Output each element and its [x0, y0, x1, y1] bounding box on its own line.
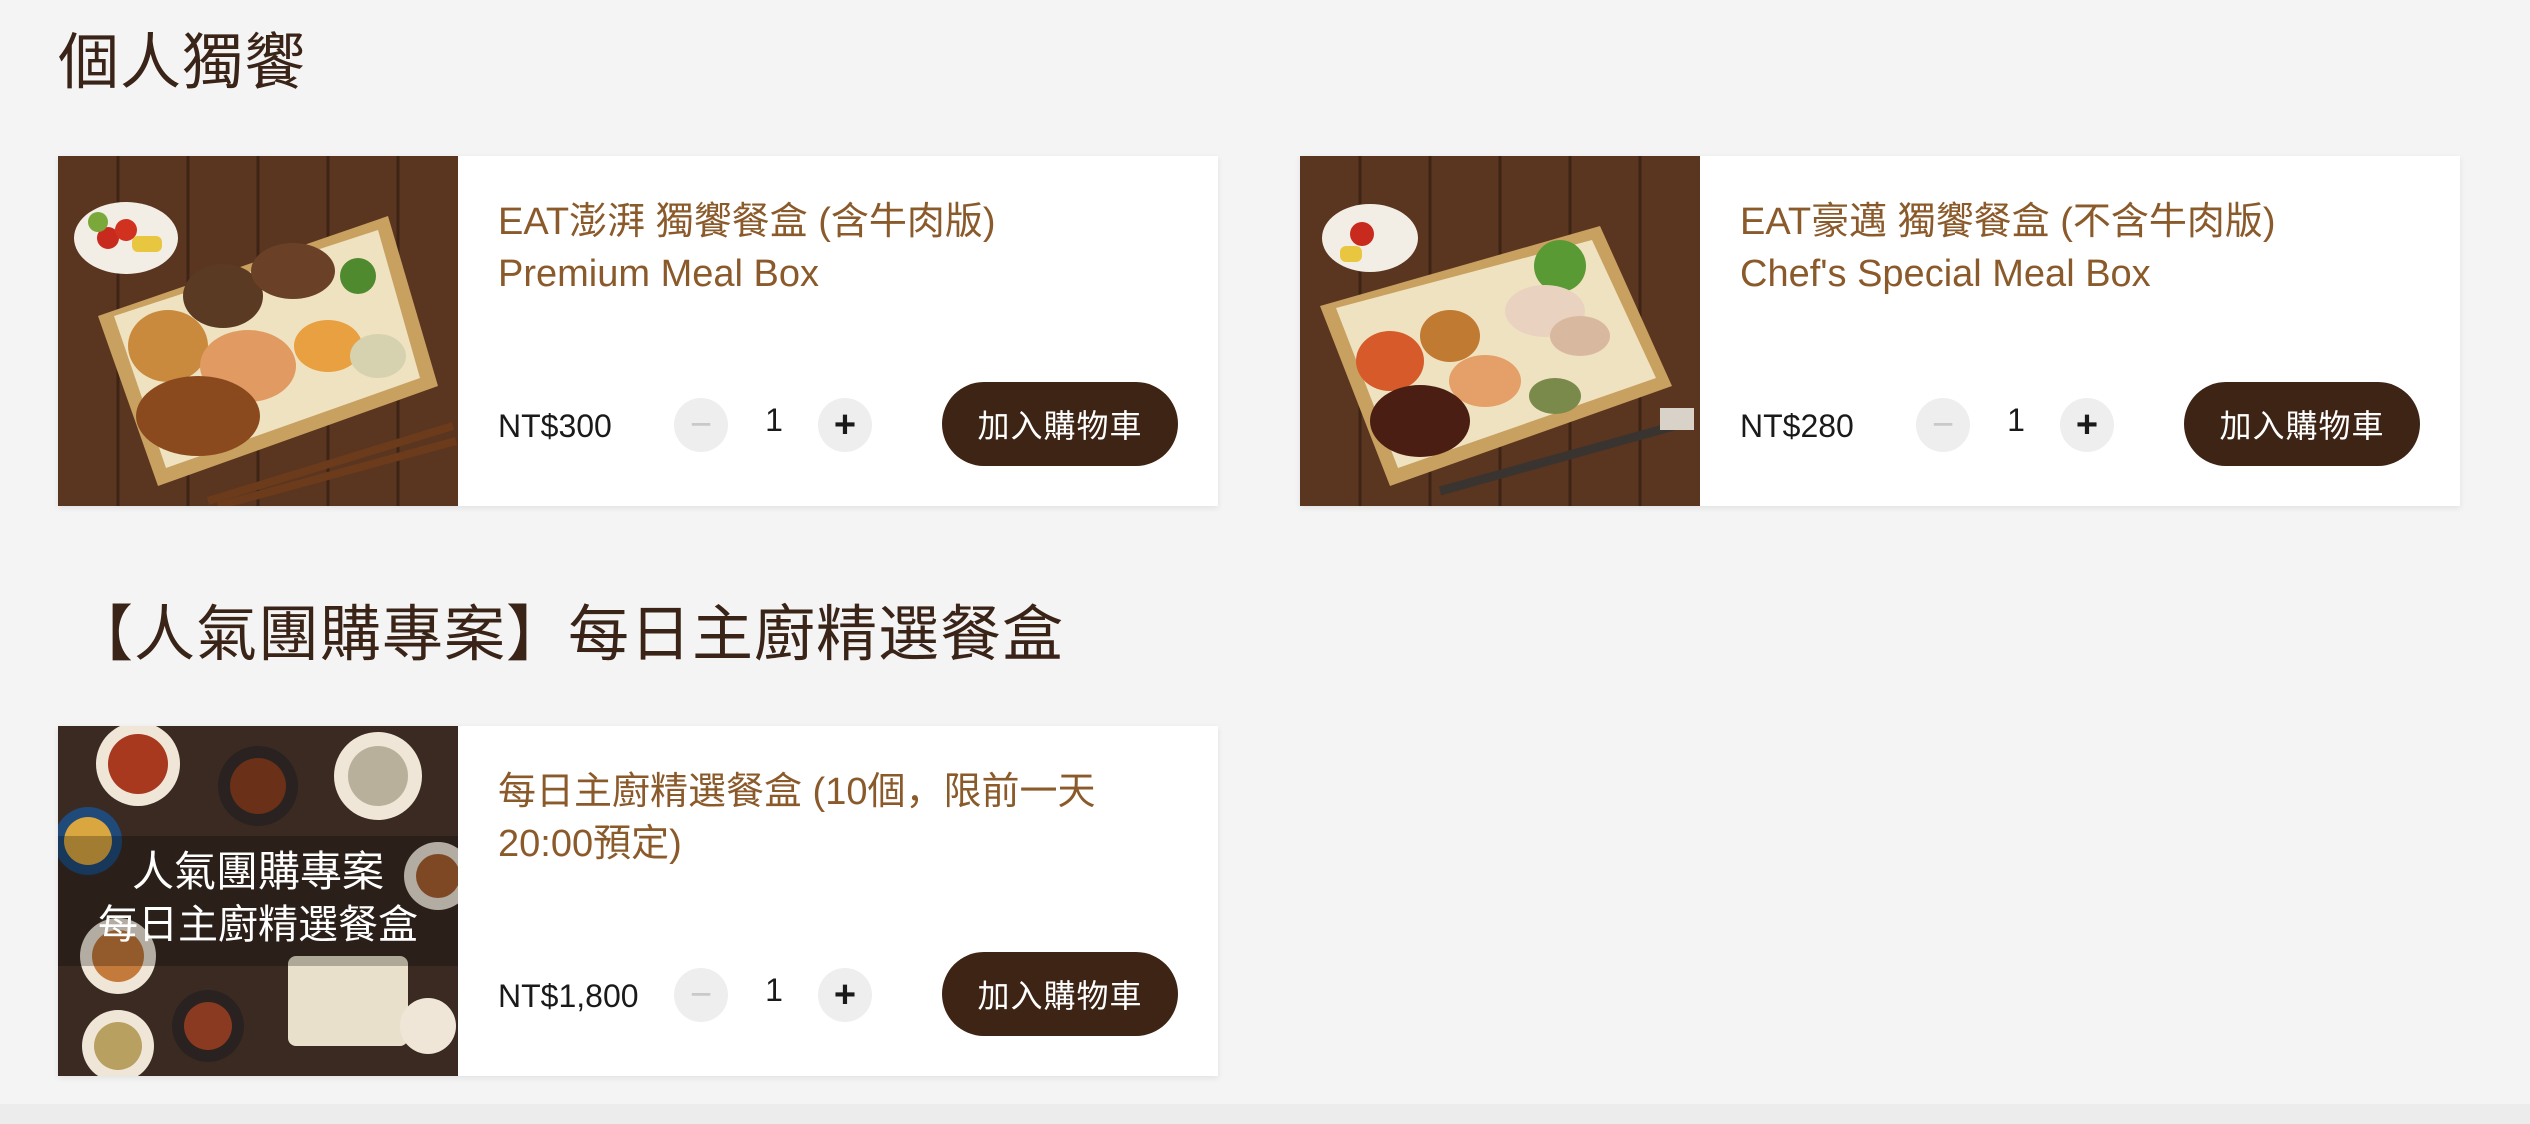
minus-icon: −	[689, 404, 713, 446]
image-overlay-line1: 人氣團購專案	[132, 847, 384, 896]
product-image[interactable]	[1300, 156, 1700, 506]
product-card: EAT澎湃 獨饗餐盒 (含牛肉版) Premium Meal Box NT$30…	[58, 156, 1218, 506]
quantity-increase-button[interactable]: +	[2060, 398, 2114, 452]
product-title-line2: 20:00預定)	[498, 823, 682, 865]
product-price: NT$300	[498, 408, 612, 444]
plus-icon: +	[833, 404, 857, 446]
minus-icon: −	[689, 974, 713, 1016]
product-image[interactable]: 人氣團購專案 每日主廚精選餐盒	[58, 726, 458, 1076]
menu-page: 個人獨饗 EAT澎湃 獨饗餐盒 (含牛肉版) Premium Meal Box …	[0, 0, 2530, 1124]
product-title[interactable]: EAT澎湃 獨饗餐盒 (含牛肉版) Premium Meal Box	[498, 196, 1188, 300]
quantity-decrease-button[interactable]: −	[674, 968, 728, 1022]
quantity-increase-button[interactable]: +	[818, 968, 872, 1022]
product-title-line2: Premium Meal Box	[498, 253, 819, 295]
plus-icon: +	[833, 974, 857, 1016]
product-title-line1: EAT豪邁 獨饗餐盒 (不含牛肉版)	[1740, 201, 2276, 243]
product-card: 人氣團購專案 每日主廚精選餐盒 每日主廚精選餐盒 (10個，限前一天 20:00…	[58, 726, 1218, 1076]
product-title-line2: Chef's Special Meal Box	[1740, 253, 2151, 295]
product-title[interactable]: 每日主廚精選餐盒 (10個，限前一天 20:00預定)	[498, 766, 1188, 870]
product-info: EAT豪邁 獨饗餐盒 (不含牛肉版) Chef's Special Meal B…	[1700, 156, 2460, 506]
product-info: 每日主廚精選餐盒 (10個，限前一天 20:00預定) NT$1,800 − 1…	[458, 726, 1218, 1076]
product-title-line1: EAT澎湃 獨饗餐盒 (含牛肉版)	[498, 201, 996, 243]
quantity-decrease-button[interactable]: −	[674, 398, 728, 452]
quantity-value: 1	[765, 402, 783, 438]
quantity-value: 1	[765, 972, 783, 1008]
product-info: EAT澎湃 獨饗餐盒 (含牛肉版) Premium Meal Box NT$30…	[458, 156, 1218, 506]
product-title[interactable]: EAT豪邁 獨饗餐盒 (不含牛肉版) Chef's Special Meal B…	[1740, 196, 2430, 300]
quantity-decrease-button[interactable]: −	[1916, 398, 1970, 452]
product-image[interactable]	[58, 156, 458, 506]
product-price: NT$1,800	[498, 978, 639, 1014]
section-title-personal: 個人獨饗	[58, 28, 307, 96]
add-to-cart-button[interactable]: 加入購物車	[942, 382, 1178, 466]
page-bottom-divider	[0, 1104, 2530, 1124]
add-to-cart-button[interactable]: 加入購物車	[942, 952, 1178, 1036]
quantity-value: 1	[2007, 402, 2025, 438]
minus-icon: −	[1931, 404, 1955, 446]
product-price: NT$280	[1740, 408, 1854, 444]
product-title-line1: 每日主廚精選餐盒 (10個，限前一天	[498, 771, 1096, 813]
plus-icon: +	[2075, 404, 2099, 446]
image-overlay-line2: 每日主廚精選餐盒	[98, 902, 418, 948]
add-to-cart-button[interactable]: 加入購物車	[2184, 382, 2420, 466]
section-title-group-buy: 【人氣團購專案】每日主廚精選餐盒	[72, 600, 1065, 668]
quantity-increase-button[interactable]: +	[818, 398, 872, 452]
product-card: EAT豪邁 獨饗餐盒 (不含牛肉版) Chef's Special Meal B…	[1300, 156, 2460, 506]
